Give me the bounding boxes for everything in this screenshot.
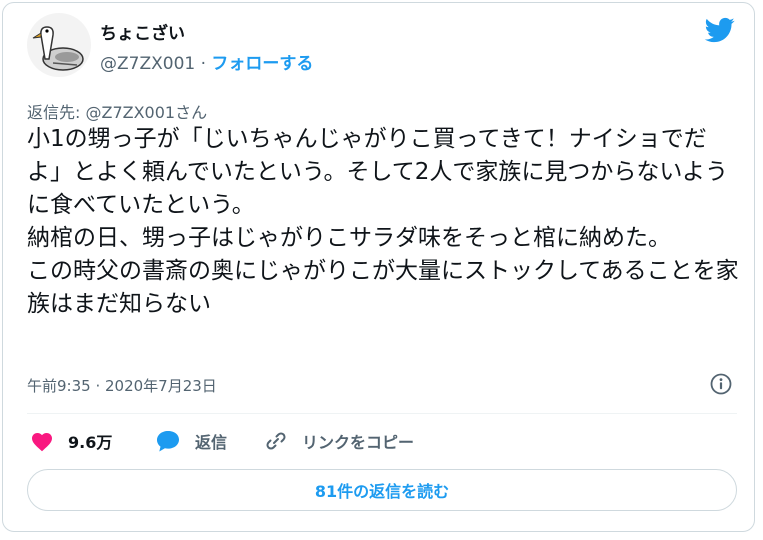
copy-link-button[interactable]: リンクをコピー xyxy=(264,428,414,454)
handle[interactable]: @Z7ZX001 xyxy=(100,54,195,74)
follow-button[interactable]: フォローする xyxy=(211,54,313,74)
info-icon[interactable] xyxy=(710,373,732,395)
speech-bubble-icon xyxy=(157,431,179,452)
reply-label: 返信 xyxy=(195,433,228,452)
tweet-card: ちょこざい @Z7ZX001 · フォローする 返信先: @Z7ZX001さん … xyxy=(2,2,755,532)
handle-line: @Z7ZX001 · フォローする xyxy=(100,49,313,74)
display-name[interactable]: ちょこざい xyxy=(100,19,185,44)
twitter-bird-icon[interactable] xyxy=(703,15,737,45)
reply-button[interactable]: 返信 xyxy=(155,428,227,454)
tweet-timestamp[interactable]: 午前9:35 · 2020年7月23日 xyxy=(27,375,217,396)
divider xyxy=(27,413,737,414)
tweet-text: 小1の甥っ子が「じいちゃんじゃがりこ買ってきて！ナイショでだよ」とよく頼んでいた… xyxy=(27,126,739,317)
duck-avatar-icon xyxy=(32,26,84,71)
separator: · xyxy=(200,54,207,74)
like-count: 9.6万 xyxy=(68,433,113,452)
avatar[interactable] xyxy=(27,13,91,77)
read-replies-button[interactable]: 81件の返信を読む xyxy=(27,469,737,511)
reply-to-line[interactable]: 返信先: @Z7ZX001さん xyxy=(27,99,207,123)
copy-link-label: リンクをコピー xyxy=(302,433,415,452)
heart-icon xyxy=(32,433,52,452)
like-button[interactable]: 9.6万 xyxy=(30,428,112,454)
link-icon xyxy=(266,432,286,450)
